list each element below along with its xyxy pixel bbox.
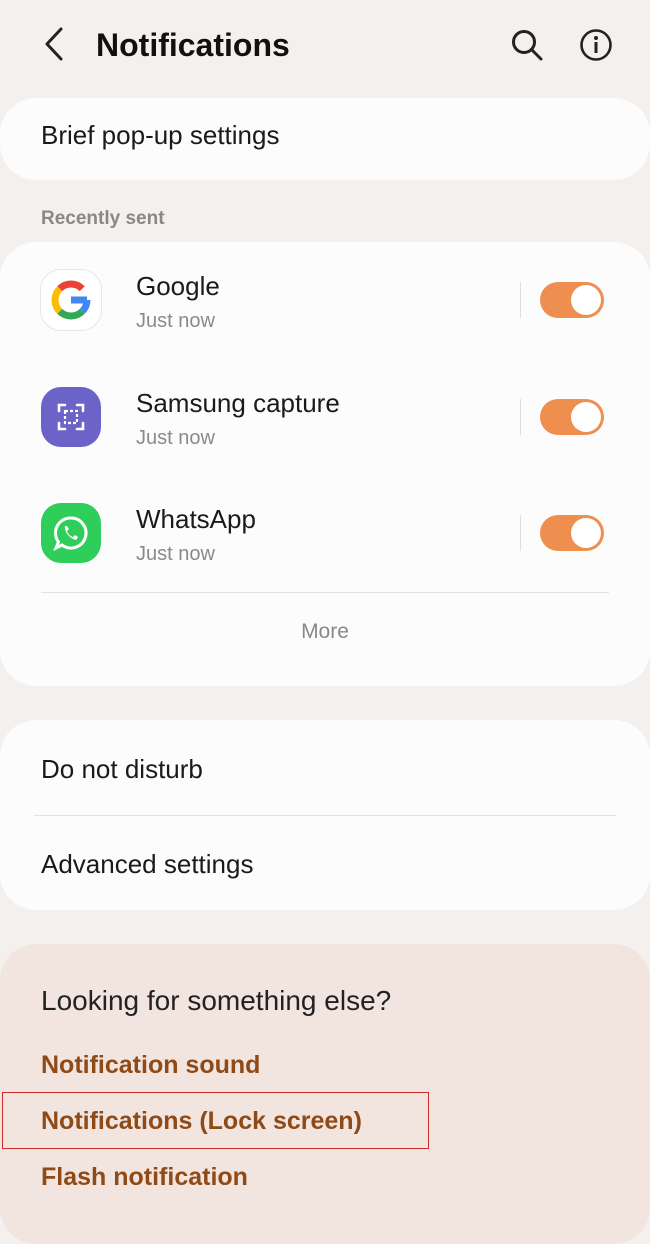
recently-sent-heading: Recently sent — [41, 208, 165, 229]
row-divider — [520, 515, 521, 551]
recently-sent-card: Google Just now Samsung capture Just now… — [0, 242, 650, 686]
toggle-knob — [571, 285, 601, 315]
whatsapp-toggle[interactable] — [540, 515, 604, 551]
brief-popup-settings-item[interactable]: Brief pop-up settings — [0, 98, 650, 180]
app-name: Samsung capture — [136, 388, 340, 418]
row-divider — [520, 399, 521, 435]
app-row-google[interactable]: Google Just now — [0, 242, 650, 352]
back-button[interactable] — [34, 24, 74, 64]
notification-sound-link[interactable]: Notification sound — [41, 1049, 260, 1081]
google-toggle[interactable] — [540, 282, 604, 318]
settings-card: Do not disturb Advanced settings — [0, 720, 650, 910]
info-button[interactable] — [575, 24, 617, 66]
samsung-capture-toggle[interactable] — [540, 399, 604, 435]
app-time: Just now — [136, 427, 215, 449]
page-title: Notifications — [96, 27, 290, 63]
more-button[interactable]: More — [0, 617, 650, 647]
chevron-left-icon — [45, 27, 63, 61]
app-row-samsung-capture[interactable]: Samsung capture Just now — [0, 359, 650, 469]
info-icon — [580, 29, 612, 61]
search-icon — [512, 30, 543, 61]
google-icon — [41, 270, 101, 330]
do-not-disturb-item[interactable]: Do not disturb — [41, 752, 203, 786]
flash-notification-link[interactable]: Flash notification — [41, 1161, 248, 1193]
more-divider — [41, 592, 609, 593]
highlight-box — [2, 1092, 429, 1149]
settings-divider — [34, 815, 616, 816]
samsung-capture-icon — [41, 387, 101, 447]
app-time: Just now — [136, 543, 215, 565]
app-name: WhatsApp — [136, 504, 256, 534]
search-button[interactable] — [506, 24, 548, 66]
app-name: Google — [136, 271, 220, 301]
looking-for-card: Looking for something else? Notification… — [0, 944, 650, 1244]
app-time: Just now — [136, 310, 215, 332]
advanced-settings-item[interactable]: Advanced settings — [41, 847, 253, 881]
toggle-knob — [571, 402, 601, 432]
looking-for-title: Looking for something else? — [41, 985, 392, 1016]
app-header: Notifications — [0, 0, 650, 90]
row-divider — [520, 282, 521, 318]
app-row-whatsapp[interactable]: WhatsApp Just now — [0, 475, 650, 585]
toggle-knob — [571, 518, 601, 548]
whatsapp-icon — [41, 503, 101, 563]
brief-popup-label: Brief pop-up settings — [41, 120, 280, 150]
